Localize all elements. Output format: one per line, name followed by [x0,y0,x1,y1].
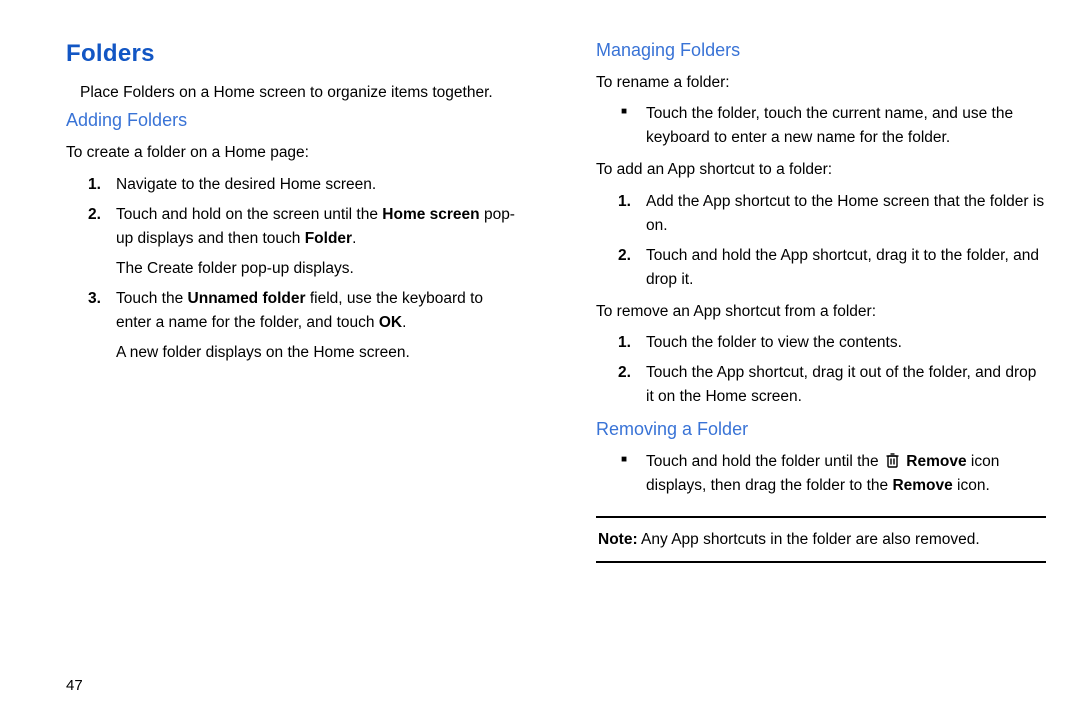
add-step-2: 2. Touch and hold the App shortcut, drag… [618,244,1060,292]
page-number: 47 [66,677,83,694]
step-1: 1. Navigate to the desired Home screen. [88,173,530,197]
bold-text: Folder [305,230,352,247]
bold-text: Remove [892,477,952,494]
step-text-part: Touch and hold on the screen until the [116,206,382,223]
text-part: icon. [953,477,990,494]
subheading-adding-folders: Adding Folders [66,110,530,131]
step-3: 3. Touch the Unnamed folder field, use t… [88,287,530,365]
add-shortcut-list: 1. Add the App shortcut to the Home scre… [618,190,1060,292]
step-sub-text: A new folder displays on the Home screen… [116,341,516,365]
step-number: 2. [618,361,631,385]
bold-text: Remove [906,453,966,470]
rename-lead-text: To rename a folder: [596,71,1060,94]
text-part: Touch and hold the folder until the [646,453,883,470]
step-text: Add the App shortcut to the Home screen … [646,193,1044,234]
step-text: Touch and hold the App shortcut, drag it… [646,247,1039,288]
step-2: 2. Touch and hold on the screen until th… [88,203,530,281]
rename-bullet-list: Touch the folder, touch the current name… [618,102,1060,150]
rename-bullet: Touch the folder, touch the current name… [618,102,1060,150]
trash-icon [885,452,900,469]
step-text-part: . [352,230,356,247]
remove-shortcut-lead-text: To remove an App shortcut from a folder: [596,300,1060,323]
note-label: Note: [598,531,638,548]
removing-bullet: Touch and hold the folder until the Remo… [618,450,1060,498]
step-number: 1. [88,173,101,197]
intro-text: Place Folders on a Home screen to organi… [80,82,530,104]
bold-text: Unnamed folder [188,290,306,307]
step-number: 1. [618,331,631,355]
bold-text: OK [379,314,402,331]
left-column: Folders Place Folders on a Home screen t… [20,40,530,563]
remove-shortcut-list: 1. Touch the folder to view the contents… [618,331,1060,409]
bullet-text: Touch the folder, touch the current name… [646,105,1013,146]
adding-lead-text: To create a folder on a Home page: [66,141,530,164]
removing-bullet-list: Touch and hold the folder until the Remo… [618,450,1060,498]
step-text: Touch the App shortcut, drag it out of t… [646,364,1036,405]
remove-step-2: 2. Touch the App shortcut, drag it out o… [618,361,1060,409]
main-heading-folders: Folders [66,40,530,68]
step-text-part: . [402,314,406,331]
page-columns: Folders Place Folders on a Home screen t… [20,40,1060,563]
step-number: 2. [618,244,631,268]
step-sub-text: The Create folder pop-up displays. [116,257,516,281]
adding-steps-list: 1. Navigate to the desired Home screen. … [88,173,530,365]
add-step-1: 1. Add the App shortcut to the Home scre… [618,190,1060,238]
note-text: Any App shortcuts in the folder are also… [638,531,980,548]
add-shortcut-lead-text: To add an App shortcut to a folder: [596,158,1060,181]
step-number: 2. [88,203,101,227]
subheading-managing-folders: Managing Folders [596,40,1060,61]
right-column: Managing Folders To rename a folder: Tou… [550,40,1060,563]
step-number: 3. [88,287,101,311]
step-text: Touch the folder to view the contents. [646,334,902,351]
bold-text: Home screen [382,206,479,223]
step-text-part: Touch the [116,290,188,307]
step-number: 1. [618,190,631,214]
note-box: Note: Any App shortcuts in the folder ar… [596,516,1046,563]
remove-step-1: 1. Touch the folder to view the contents… [618,331,1060,355]
step-text: Navigate to the desired Home screen. [116,176,376,193]
subheading-removing-folder: Removing a Folder [596,419,1060,440]
